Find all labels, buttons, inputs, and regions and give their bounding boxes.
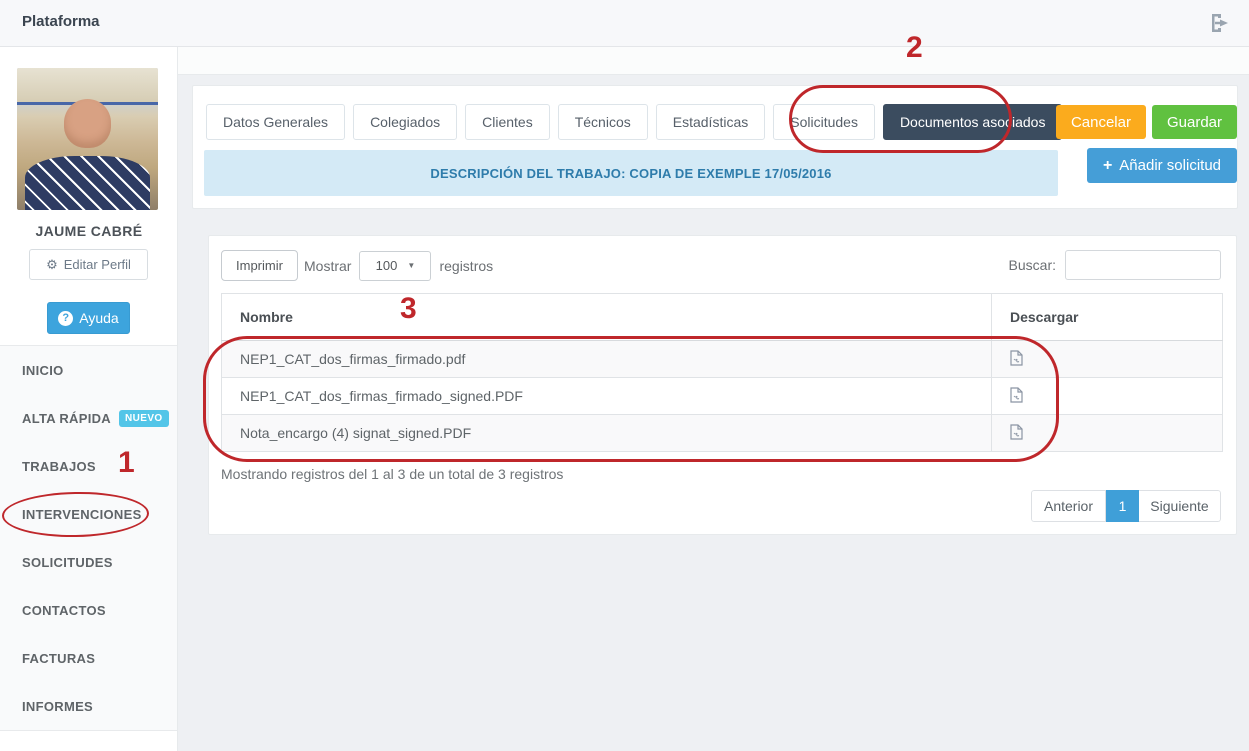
column-header-descargar[interactable]: Descargar <box>992 294 1223 341</box>
sidebar-item-label: SOLICITUDES <box>22 555 113 570</box>
job-description-banner: DESCRIPCIÓN DEL TRABAJO: COPIA DE EXEMPL… <box>204 150 1058 196</box>
records-label: registros <box>439 258 493 274</box>
logout-button[interactable] <box>1207 10 1233 36</box>
sign-out-icon <box>1207 10 1233 36</box>
content-header-strip <box>178 47 1249 75</box>
sidebar-item-intervenciones[interactable]: INTERVENCIONES <box>0 490 177 538</box>
documents-table: Nombre Descargar NEP1_CAT_dos_firmas_fir… <box>221 293 1223 452</box>
document-name: NEP1_CAT_dos_firmas_firmado.pdf <box>222 341 992 378</box>
sidebar-item-label: INICIO <box>22 363 64 378</box>
tab-solicitudes[interactable]: Solicitudes <box>773 104 875 140</box>
pagination: Anterior 1 Siguiente <box>1031 490 1221 522</box>
sidebar-item-label: CONTACTOS <box>22 603 106 618</box>
tab-documentos-asociados[interactable]: Documentos asociados <box>883 104 1063 140</box>
sidebar-item-informes[interactable]: INFORMES <box>0 682 177 730</box>
form-action-buttons: Cancelar Guardar <box>1056 105 1237 139</box>
tab-tecnicos[interactable]: Técnicos <box>558 104 648 140</box>
table-row: NEP1_CAT_dos_firmas_firmado.pdf <box>222 341 1223 378</box>
sidebar: JAUME CABRÉ ⚙ Editar Perfil ? Ayuda INIC… <box>0 47 178 751</box>
column-header-nombre[interactable]: Nombre <box>222 294 992 341</box>
page-size-select[interactable]: 100 ▼ <box>359 251 431 281</box>
sidebar-item-contactos[interactable]: CONTACTOS <box>0 586 177 634</box>
pdf-file-icon <box>1010 350 1023 366</box>
tab-colegiados[interactable]: Colegiados <box>353 104 457 140</box>
download-pdf-link[interactable] <box>1010 424 1023 440</box>
edit-profile-label: Editar Perfil <box>64 257 131 272</box>
help-button[interactable]: ? Ayuda <box>47 302 130 334</box>
sidebar-item-label: TRABAJOS <box>22 459 96 474</box>
avatar-shirt <box>25 156 149 210</box>
sidebar-item-facturas[interactable]: FACTURAS <box>0 634 177 682</box>
sidebar-item-label: INTERVENCIONES <box>22 507 142 522</box>
sidebar-item-label: FACTURAS <box>22 651 95 666</box>
tab-bar: Datos Generales Colegiados Clientes Técn… <box>206 104 1062 140</box>
pagination-previous[interactable]: Anterior <box>1031 490 1106 522</box>
tab-clientes[interactable]: Clientes <box>465 104 550 140</box>
sidebar-item-inicio[interactable]: INICIO <box>0 346 177 394</box>
page-size-control: Mostrar 100 ▼ registros <box>304 250 493 281</box>
print-button[interactable]: Imprimir <box>221 250 298 281</box>
pdf-file-icon <box>1010 424 1023 440</box>
table-row: Nota_encargo (4) signat_signed.PDF <box>222 415 1223 452</box>
sidebar-item-trabajos[interactable]: TRABAJOS <box>0 442 177 490</box>
page-size-value: 100 <box>376 258 398 273</box>
show-label: Mostrar <box>304 258 351 274</box>
nuevo-badge: NUEVO <box>119 410 169 427</box>
help-label: Ayuda <box>79 310 118 326</box>
user-name: JAUME CABRÉ <box>0 223 178 239</box>
plus-icon: + <box>1103 157 1112 175</box>
sidebar-item-label: ALTA RÁPIDA <box>22 411 111 426</box>
table-row: NEP1_CAT_dos_firmas_firmado_signed.PDF <box>222 378 1223 415</box>
app-title: Plataforma <box>22 13 100 30</box>
records-summary: Mostrando registros del 1 al 3 de un tot… <box>221 466 563 482</box>
download-pdf-link[interactable] <box>1010 350 1023 366</box>
save-button[interactable]: Guardar <box>1152 105 1237 139</box>
table-header-row: Nombre Descargar <box>222 294 1223 341</box>
tab-estadisticas[interactable]: Estadísticas <box>656 104 765 140</box>
pdf-file-icon <box>1010 387 1023 403</box>
add-request-button[interactable]: + Añadir solicitud <box>1087 148 1237 183</box>
top-bar: Plataforma <box>0 0 1249 47</box>
question-circle-icon: ? <box>58 311 73 326</box>
add-request-label: Añadir solicitud <box>1119 157 1221 174</box>
search-control: Buscar: <box>1009 250 1221 280</box>
app-screen: Plataforma JAUME CABRÉ ⚙ Editar Perfil ?… <box>0 0 1249 751</box>
document-name: Nota_encargo (4) signat_signed.PDF <box>222 415 992 452</box>
pagination-next[interactable]: Siguiente <box>1139 490 1221 522</box>
sidebar-item-alta-rapida[interactable]: ALTA RÁPIDA NUEVO <box>0 394 177 442</box>
gear-icon: ⚙ <box>46 257 58 273</box>
search-input[interactable] <box>1065 250 1221 280</box>
tab-datos-generales[interactable]: Datos Generales <box>206 104 345 140</box>
documents-panel: Imprimir Mostrar 100 ▼ registros Buscar:… <box>208 235 1237 535</box>
document-name: NEP1_CAT_dos_firmas_firmado_signed.PDF <box>222 378 992 415</box>
sidebar-menu: INICIO ALTA RÁPIDA NUEVO TRABAJOS INTERV… <box>0 345 177 731</box>
user-avatar <box>17 68 158 210</box>
caret-down-icon: ▼ <box>407 261 415 270</box>
pagination-page-1[interactable]: 1 <box>1106 490 1139 522</box>
download-pdf-link[interactable] <box>1010 387 1023 403</box>
sidebar-item-solicitudes[interactable]: SOLICITUDES <box>0 538 177 586</box>
cancel-button[interactable]: Cancelar <box>1056 105 1146 139</box>
search-label: Buscar: <box>1009 257 1056 273</box>
edit-profile-button[interactable]: ⚙ Editar Perfil <box>29 249 148 280</box>
avatar-face <box>64 99 112 147</box>
sidebar-item-label: INFORMES <box>22 699 93 714</box>
